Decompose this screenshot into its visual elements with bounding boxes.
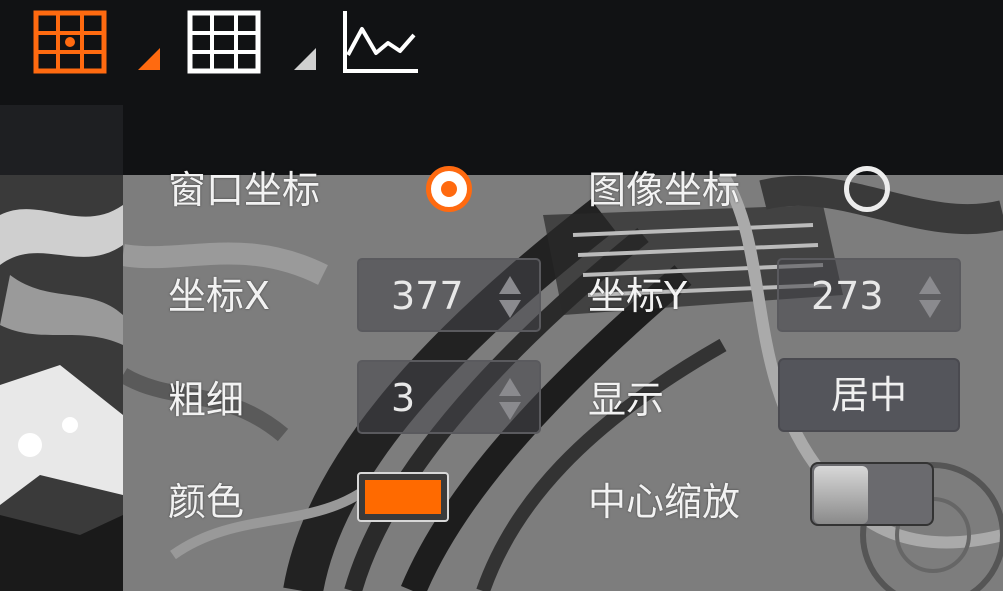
center-zoom-label: 中心缩放 <box>588 480 741 524</box>
thickness-spinbox[interactable]: 3 <box>357 360 541 434</box>
coord-x-value: 377 <box>391 274 464 318</box>
thickness-label: 粗细 <box>168 378 245 422</box>
panel-header-band <box>123 105 1003 175</box>
coord-y-value: 273 <box>811 274 884 318</box>
line-chart-tool-button[interactable] <box>340 6 420 78</box>
left-image-preview <box>0 175 123 591</box>
spin-arrows-icon[interactable] <box>497 274 523 320</box>
image-coord-label: 图像坐标 <box>588 168 741 212</box>
radio-dot <box>441 181 457 197</box>
coord-x-spinbox[interactable]: 377 <box>357 258 541 332</box>
spin-arrows-icon[interactable] <box>497 376 523 422</box>
grid-icon <box>187 10 261 74</box>
color-swatch-fill <box>365 480 441 514</box>
coord-x-label: 坐标X <box>168 274 271 318</box>
grid-crosshair-icon <box>33 10 107 74</box>
color-label: 颜色 <box>168 480 245 524</box>
color-swatch-button[interactable] <box>357 472 449 522</box>
tool-dropdown-indicator[interactable] <box>138 48 160 70</box>
side-strip <box>0 105 123 175</box>
grid-tool-button[interactable] <box>184 6 264 78</box>
window-coord-label: 窗口坐标 <box>168 168 321 212</box>
line-chart-icon <box>343 11 418 73</box>
center-button[interactable]: 居中 <box>778 358 960 432</box>
window-coord-radio[interactable] <box>426 166 472 212</box>
toggle-knob <box>814 466 868 524</box>
display-label: 显示 <box>588 378 665 422</box>
tool-dropdown-indicator[interactable] <box>294 48 316 70</box>
center-zoom-toggle[interactable] <box>810 462 934 526</box>
coord-y-label: 坐标Y <box>588 274 688 318</box>
toolbar <box>0 0 1003 105</box>
coord-y-spinbox[interactable]: 273 <box>777 258 961 332</box>
spin-arrows-icon[interactable] <box>917 274 943 320</box>
image-coord-radio[interactable] <box>844 166 890 212</box>
thickness-value: 3 <box>391 376 416 420</box>
grid-crosshair-tool-button[interactable] <box>30 6 110 78</box>
